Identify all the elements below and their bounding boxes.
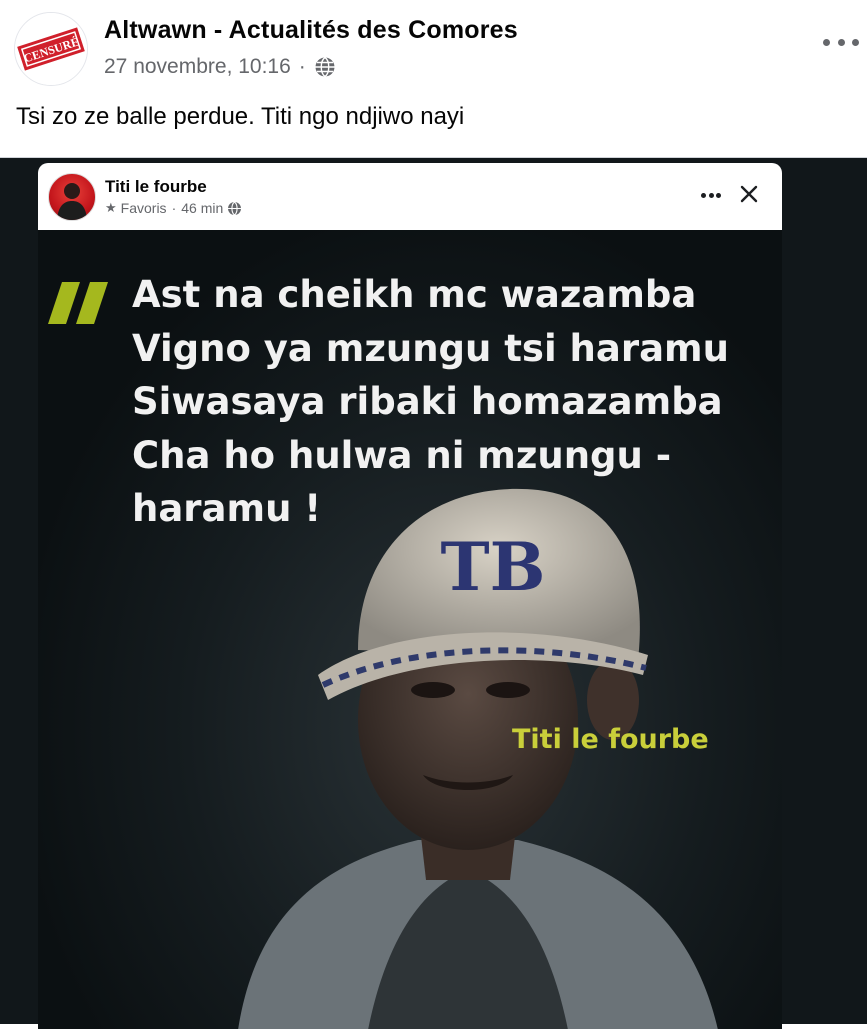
- dot: [716, 193, 721, 198]
- dot: [701, 193, 706, 198]
- embedded-post-time: 46 min: [181, 200, 224, 216]
- close-icon: [740, 185, 758, 203]
- quote-line: Cha ho hulwa ni mzungu -: [132, 433, 672, 477]
- embedded-post-header: Titi le fourbe ★ Favoris · 46 min: [38, 163, 782, 230]
- quote-line: haramu !: [132, 487, 322, 530]
- cap-logo: TB: [441, 528, 546, 606]
- post-media[interactable]: Titi le fourbe ★ Favoris · 46 min TB Ast…: [0, 157, 867, 1029]
- dot: [852, 38, 859, 46]
- quote-mark-icon: [48, 282, 108, 324]
- globe-icon[interactable]: [314, 56, 336, 78]
- embedded-post-meta: ★ Favoris · 46 min: [105, 200, 242, 216]
- person-icon: [57, 183, 87, 220]
- quote-image: TB Ast na cheikh mc wazamba Vigno ya mzu…: [38, 230, 782, 1029]
- dot: [837, 38, 845, 46]
- favorites-badge: Favoris: [120, 200, 167, 216]
- quote-line: Siwasaya ribaki homazamba: [132, 380, 723, 423]
- dot: [708, 193, 714, 198]
- more-options-icon[interactable]: [823, 30, 859, 54]
- censure-stamp-logo: CENSURÉ: [15, 13, 87, 85]
- post-date[interactable]: 27 novembre, 10:16: [104, 55, 291, 79]
- embedded-author-name: Titi le fourbe: [105, 177, 207, 196]
- meta-separator: ·: [298, 55, 306, 78]
- quote-signature: Titi le fourbe: [512, 724, 709, 755]
- page-avatar[interactable]: CENSURÉ: [14, 12, 88, 86]
- meta-separator: ·: [171, 200, 177, 216]
- dot: [823, 38, 830, 46]
- quote-text: Ast na cheikh mc wazamba Vigno ya mzungu…: [132, 268, 772, 536]
- embedded-author-avatar: [48, 173, 96, 221]
- page-name[interactable]: Altwawn - Actualités des Comores: [104, 16, 518, 45]
- globe-icon: [228, 201, 242, 215]
- star-icon: ★: [105, 200, 117, 215]
- post-text: Tsi zo ze balle perdue. Titi ngo ndjiwo …: [16, 103, 465, 130]
- quote-line: Vigno ya mzungu tsi haramu: [132, 326, 729, 370]
- quote-line: Ast na cheikh mc wazamba: [132, 273, 697, 316]
- embedded-post-screenshot: Titi le fourbe ★ Favoris · 46 min TB Ast…: [38, 163, 782, 1029]
- more-options-icon: [701, 193, 721, 199]
- post-header: CENSURÉ Altwawn - Actualités des Comores…: [0, 0, 867, 160]
- post-meta: 27 novembre, 10:16 ·: [104, 55, 336, 79]
